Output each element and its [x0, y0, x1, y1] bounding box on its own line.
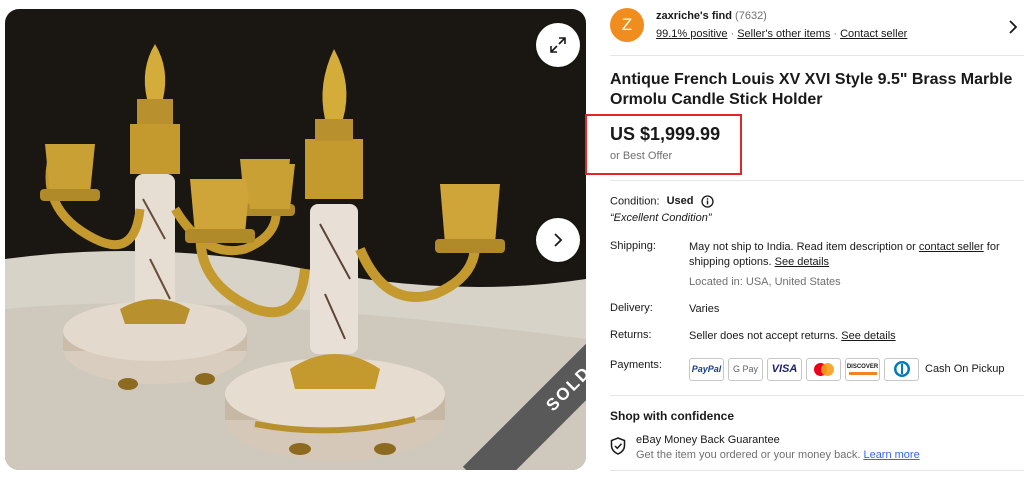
next-image-button[interactable]: [536, 218, 580, 262]
returns-value: Seller does not accept returns. See deta…: [689, 329, 1019, 344]
item-details-panel: Z zaxriche's find (7632) 99.1% positive ·…: [585, 0, 1024, 477]
item-price: US $1,999.99: [610, 124, 721, 144]
shipping-text: May not ship to India. Read item descrip…: [689, 241, 919, 253]
expand-icon: [550, 37, 566, 53]
condition-value: Used: [666, 195, 694, 208]
seller-name-text[interactable]: zaxriche's find: [656, 10, 732, 22]
best-offer-label: or Best Offer: [610, 150, 673, 162]
diners-club-logo: [884, 357, 919, 381]
returns-see-details-link[interactable]: See details: [841, 330, 895, 342]
product-photo[interactable]: [5, 9, 586, 470]
shipping-value: May not ship to India. Read item descrip…: [689, 240, 1019, 270]
condition-description: “Excellent Condition”: [610, 212, 712, 224]
payment-methods: PayPal G Pay VISA DISCOVER Cash On Picku…: [689, 357, 1004, 381]
visa-logo: VISA: [767, 357, 802, 381]
shipping-label: Shipping:: [610, 240, 656, 252]
paypal-logo: PayPal: [689, 357, 724, 381]
guarantee-text: Get the item you ordered or your money b…: [636, 449, 864, 461]
discover-logo: DISCOVER: [845, 357, 880, 381]
divider: [610, 55, 1024, 56]
seller-avatar[interactable]: Z: [610, 8, 644, 42]
divider: [610, 470, 1024, 471]
seller-card[interactable]: Z zaxriche's find (7632) 99.1% positive ·…: [610, 8, 1024, 48]
discover-logo-text: DISCOVER: [846, 363, 879, 370]
item-location: Located in: USA, United States: [689, 276, 841, 288]
mastercard-icon: [813, 362, 834, 376]
seller-other-items-link[interactable]: Seller's other items: [737, 28, 830, 40]
condition-label: Condition:: [610, 195, 660, 208]
condition-row: Condition: Used: [610, 195, 714, 208]
chevron-right-icon: [554, 233, 563, 247]
money-back-guarantee-title: eBay Money Back Guarantee: [636, 434, 780, 446]
image-gallery[interactable]: SOLD: [5, 9, 586, 470]
contact-seller-link[interactable]: Contact seller: [840, 28, 907, 40]
delivery-value: Varies: [689, 303, 720, 315]
diners-club-icon: [893, 361, 910, 377]
mastercard-logo: [806, 357, 841, 381]
shop-with-confidence-title: Shop with confidence: [610, 409, 735, 423]
google-pay-logo: G Pay: [728, 357, 763, 381]
separator: ·: [730, 28, 735, 40]
learn-more-link[interactable]: Learn more: [863, 449, 919, 461]
contact-seller-link[interactable]: contact seller: [919, 241, 984, 253]
info-icon[interactable]: [700, 195, 714, 208]
divider: [610, 395, 1024, 396]
expand-image-button[interactable]: [536, 23, 580, 67]
seller-name[interactable]: zaxriche's find (7632): [656, 10, 767, 22]
shipping-see-details-link[interactable]: See details: [775, 256, 829, 268]
money-back-guarantee-description: Get the item you ordered or your money b…: [636, 449, 920, 461]
discover-logo-stripe: [848, 371, 877, 375]
seller-links: 99.1% positive · Seller's other items · Cont…: [656, 28, 907, 40]
payments-label: Payments:: [610, 359, 662, 371]
seller-positive-link[interactable]: 99.1% positive: [656, 28, 728, 40]
cash-on-pickup: Cash On Pickup: [925, 363, 1005, 375]
divider: [610, 180, 1024, 181]
delivery-label: Delivery:: [610, 302, 653, 314]
shield-check-icon: [610, 437, 626, 455]
returns-text: Seller does not accept returns.: [689, 330, 842, 342]
chevron-right-icon[interactable]: [1008, 20, 1018, 34]
seller-feedback-count: (7632): [735, 10, 767, 22]
separator: ·: [833, 28, 838, 40]
returns-label: Returns:: [610, 329, 652, 341]
item-title: Antique French Louis XV XVI Style 9.5" B…: [610, 71, 1013, 108]
